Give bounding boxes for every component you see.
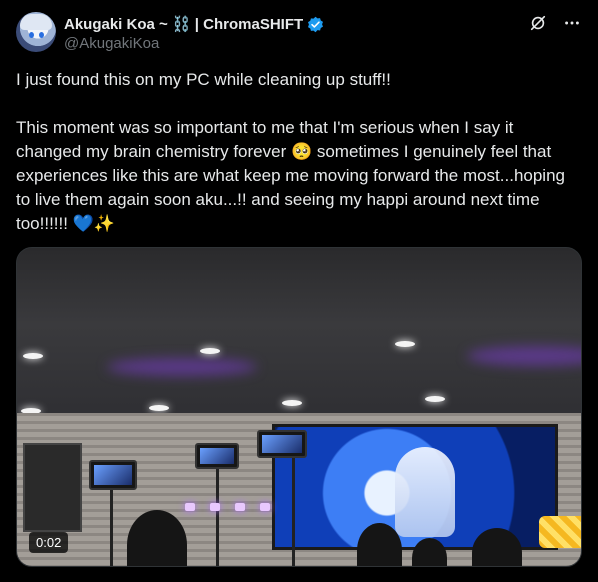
ceiling-light	[425, 396, 445, 402]
avatar-eye-right	[39, 32, 44, 38]
ceiling-light	[23, 353, 43, 359]
orange-glowstick	[539, 516, 581, 548]
phone	[195, 443, 239, 469]
stage-light	[235, 503, 245, 511]
ceiling-light	[282, 400, 302, 406]
phone	[257, 430, 307, 458]
avatar-eye-left	[29, 32, 34, 38]
video-timestamp: 0:02	[29, 532, 69, 553]
verified-badge-icon	[307, 16, 324, 33]
avatar-hair	[20, 14, 52, 30]
speaker	[23, 443, 82, 532]
stage-light	[210, 503, 220, 511]
grok-icon[interactable]	[528, 13, 548, 33]
tweet: Akugaki Koa ~ ⛓️ | ChromaSHIFT @AkugakiK…	[0, 0, 598, 582]
stage-light	[185, 503, 195, 511]
author-name-row: Akugaki Koa ~ ⛓️ | ChromaSHIFT	[64, 14, 324, 34]
more-icon[interactable]	[562, 13, 582, 33]
phone-stand	[292, 453, 295, 566]
author-display-name[interactable]: Akugaki Koa ~ ⛓️ | ChromaSHIFT	[64, 15, 303, 33]
phone-stand	[110, 486, 113, 566]
screen-character	[395, 447, 455, 537]
tweet-text: I just found this on my PC while cleanin…	[16, 70, 565, 233]
author-handle[interactable]: @AkugakiKoa	[64, 35, 159, 52]
video-player[interactable]: 0:02	[16, 247, 582, 567]
ceiling-glow	[107, 358, 257, 376]
avatar[interactable]	[16, 12, 56, 52]
ceiling-light	[200, 348, 220, 354]
stage-screen	[272, 424, 558, 550]
tweet-actions-top	[528, 13, 582, 33]
ceiling-light	[395, 341, 415, 347]
phone	[89, 460, 137, 490]
phone-stand	[216, 463, 219, 566]
ceiling-light	[149, 405, 169, 411]
stage-light	[260, 503, 270, 511]
video-frame-ceiling	[17, 248, 581, 418]
